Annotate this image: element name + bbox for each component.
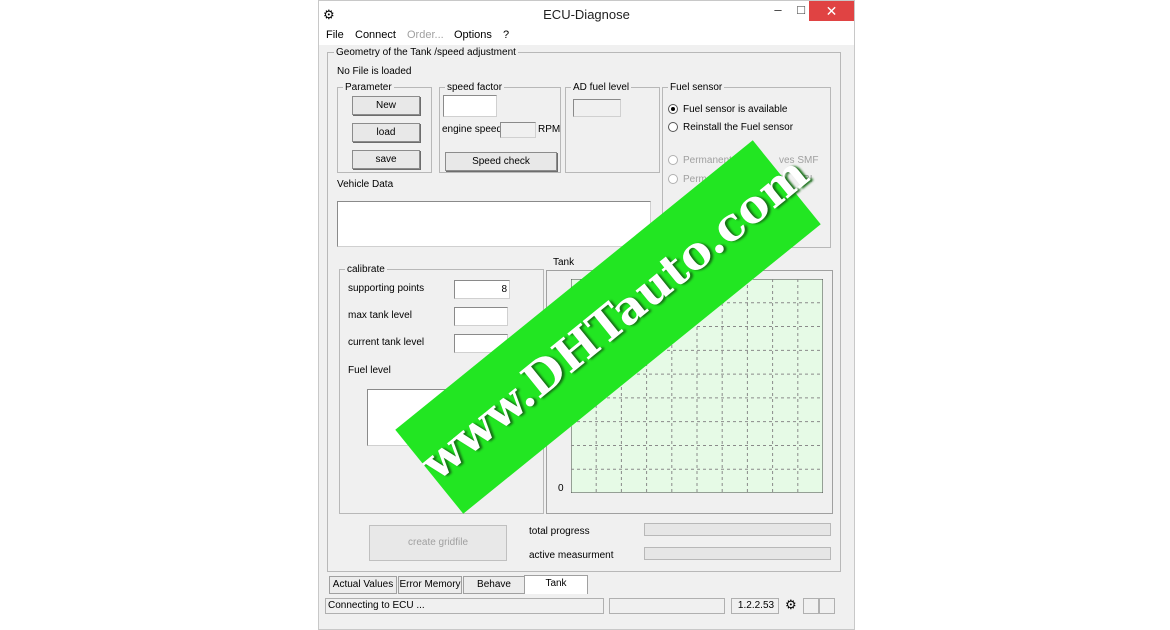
status-version: 1.2.2.53 [731,598,779,614]
calibrate-label: calibrate [345,264,387,275]
tab-behave[interactable]: Behave [463,576,525,594]
menu-bar [319,27,854,45]
tab-error-memory[interactable]: Error Memory [398,576,462,594]
parameter-group-label: Parameter [343,82,394,93]
ad-fuel-level-field [573,99,621,117]
tab-tank[interactable]: Tank [524,575,588,594]
y-axis-zero-label: 0 [558,483,564,494]
status-cell-empty [609,598,725,614]
menu-help[interactable]: ? [503,29,509,41]
status-cell-a [803,598,819,614]
permanent-smf-radio[interactable] [668,155,678,165]
engine-speed-label: engine speed [442,124,503,135]
new-button[interactable]: New [352,96,420,115]
supporting-points-value: 8 [501,284,507,295]
close-button[interactable]: ✕ [809,1,854,21]
vehicle-data-label: Vehicle Data [337,179,394,190]
geometry-group-label: Geometry of the Tank /speed adjustment [334,47,518,58]
menu-options[interactable]: Options [454,29,492,41]
menu-connect[interactable]: Connect [355,29,396,41]
rpm-label: RPM [538,124,561,135]
fuel-sensor-available-label: Fuel sensor is available [683,104,788,115]
fuel-level-label: Fuel level [348,365,391,376]
speed-factor-label: speed factor [445,82,505,93]
total-progress-label: total progress [529,526,590,537]
tab-actual-values[interactable]: Actual Values [329,576,397,594]
total-progress-bar [644,523,831,536]
max-tank-level-input[interactable] [454,307,508,326]
status-cell-b [819,598,835,614]
menu-order[interactable]: Order... [407,29,444,41]
current-tank-level-label: current tank level [348,337,425,348]
active-measurement-label: active measurment [529,550,614,561]
permanent-fbi-radio[interactable] [668,174,678,184]
reinstall-fuel-sensor-label: Reinstall the Fuel sensor [683,122,794,133]
create-gridfile-button[interactable]: create gridfile [369,525,507,561]
engine-speed-field [500,122,536,138]
menu-file[interactable]: File [326,29,344,41]
vehicle-data-box[interactable] [337,201,651,247]
fuel-sensor-label: Fuel sensor [668,82,725,93]
speed-check-button[interactable]: Speed check [445,152,557,171]
connection-icon: ⚙ [785,597,797,612]
active-measurement-bar [644,547,831,560]
status-message: Connecting to ECU ... [325,598,604,614]
load-button[interactable]: load [352,123,420,142]
ad-fuel-level-label: AD fuel level [571,82,632,93]
max-tank-level-label: max tank level [348,310,412,321]
tank-chart-label: Tank [553,257,575,268]
reinstall-fuel-sensor-radio[interactable] [668,122,678,132]
file-status-text: No File is loaded [337,66,412,77]
supporting-points-input[interactable]: 8 [454,280,510,299]
fuel-sensor-available-radio[interactable] [668,104,678,114]
speed-factor-input[interactable] [443,95,497,117]
save-button[interactable]: save [352,150,420,169]
supporting-points-label: supporting points [348,283,425,294]
